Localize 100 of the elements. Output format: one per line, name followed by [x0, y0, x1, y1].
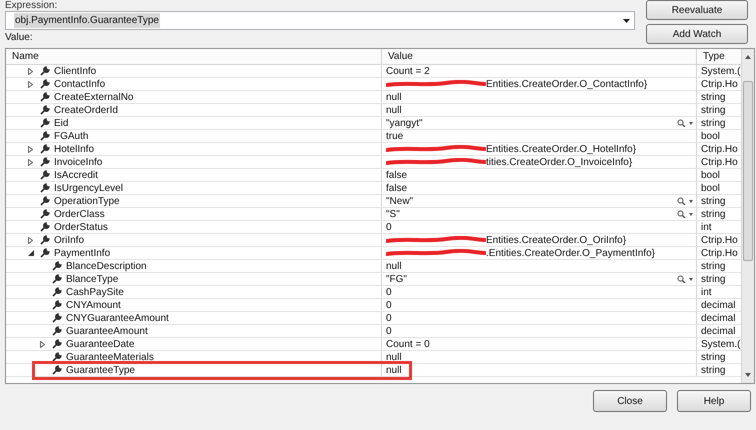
property-type: string — [700, 260, 726, 272]
property-type: bool — [700, 130, 721, 142]
expand-icon[interactable] — [40, 340, 45, 348]
wrench-icon — [52, 326, 62, 336]
property-type: decimal — [700, 312, 736, 324]
property-type: string — [700, 208, 726, 220]
scroll-thumb[interactable] — [743, 81, 753, 261]
property-value: true — [386, 130, 404, 144]
collapse-icon[interactable] — [28, 250, 34, 256]
magnifier-dropdown-icon[interactable] — [677, 119, 693, 127]
property-name: OrderClass — [54, 208, 105, 222]
dialog-button[interactable]: Add Watch — [646, 24, 748, 44]
dialog-button[interactable]: Close — [593, 390, 667, 412]
property-type: bool — [700, 169, 721, 181]
column-header[interactable]: Value — [382, 49, 697, 64]
property-type: string — [700, 195, 726, 207]
property-name: ContactInfo — [54, 78, 106, 92]
property-name: OperationType — [54, 194, 120, 208]
wrench-icon — [40, 235, 50, 245]
property-value: Entities.CreateOrder.O_OriInfo} — [486, 234, 626, 248]
expression-label: Expression: — [5, 0, 58, 11]
expression-value[interactable]: obj.PaymentInfo.GuaranteeType — [14, 13, 160, 28]
property-type: string — [700, 351, 726, 363]
property-value: tities.CreateOrder.O_InvoiceInfo} — [486, 156, 632, 170]
property-value: 0 — [386, 298, 392, 312]
property-value: "yangyt" — [386, 116, 423, 130]
property-value: 0 — [386, 286, 392, 300]
wrench-icon — [40, 222, 50, 232]
scroll-up-icon[interactable] — [745, 55, 751, 59]
wrench-icon — [40, 248, 50, 258]
property-name: HotelInfo — [54, 142, 94, 156]
property-value: 0 — [386, 312, 392, 326]
property-name: OrderStatus — [54, 220, 108, 234]
property-type: int — [700, 221, 713, 233]
wrench-icon — [40, 144, 50, 154]
property-value: Entities.CreateOrder.O_HotelInfo} — [486, 142, 636, 156]
scroll-down-icon[interactable] — [745, 373, 751, 377]
property-value: "New" — [386, 194, 414, 208]
property-name: GuaranteeAmount — [66, 324, 148, 338]
property-type: System.( — [700, 65, 742, 77]
expression-combo[interactable]: obj.PaymentInfo.GuaranteeType — [5, 11, 635, 30]
expand-icon[interactable] — [28, 80, 33, 88]
wrench-icon — [52, 261, 62, 271]
property-type: string — [700, 117, 726, 129]
value-label: Value: — [5, 31, 34, 45]
wrench-icon — [40, 131, 50, 141]
property-type: decimal — [700, 325, 736, 337]
dialog-button[interactable]: Help — [677, 390, 751, 412]
property-type: bool — [700, 182, 721, 194]
property-name: CNYGuaranteeAmount — [66, 312, 169, 326]
expand-icon[interactable] — [28, 158, 33, 166]
property-name: CreateExternalNo — [54, 90, 134, 104]
property-value: false — [386, 168, 408, 182]
property-value: null — [386, 364, 402, 378]
property-name: IsAccredit — [54, 168, 98, 182]
property-value: null — [386, 104, 402, 118]
wrench-icon — [52, 339, 62, 349]
property-name: FGAuth — [54, 130, 88, 144]
property-name: BlanceType — [66, 272, 118, 286]
property-name: PaymentInfo — [54, 246, 110, 260]
property-name: CNYAmount — [66, 298, 121, 312]
property-type: Ctrip.Ho — [700, 78, 739, 90]
magnifier-dropdown-icon[interactable] — [677, 210, 693, 218]
wrench-icon — [40, 118, 50, 128]
wrench-icon — [40, 183, 50, 193]
property-type: string — [700, 91, 726, 103]
property-name: ClientInfo — [54, 64, 96, 78]
wrench-icon — [40, 66, 50, 76]
wrench-icon — [40, 170, 50, 180]
property-type: Ctrip.Ho — [700, 234, 739, 246]
column-header[interactable]: Name — [6, 49, 382, 64]
property-value: null — [386, 260, 402, 274]
wrench-icon — [52, 313, 62, 323]
scroll-bar[interactable] — [741, 49, 754, 383]
dialog-button[interactable]: Reevaluate — [646, 0, 748, 20]
dropdown-icon — [623, 18, 630, 22]
property-value: Count = 2 — [386, 64, 430, 78]
magnifier-dropdown-icon[interactable] — [677, 275, 693, 283]
wrench-icon — [52, 365, 62, 375]
property-name: BlanceDescription — [66, 260, 147, 274]
property-name: GuaranteeType — [66, 364, 135, 378]
property-type: decimal — [700, 299, 736, 311]
property-value: 0 — [386, 324, 392, 338]
property-value: null — [386, 90, 402, 104]
wrench-icon — [40, 157, 50, 167]
expand-icon[interactable] — [28, 236, 33, 244]
property-value: .Entities.CreateOrder.O_PaymentInfo} — [486, 246, 655, 260]
wrench-icon — [40, 92, 50, 102]
property-type: System.( — [700, 338, 742, 350]
wrench-icon — [40, 105, 50, 115]
wrench-icon — [52, 287, 62, 297]
magnifier-dropdown-icon[interactable] — [677, 197, 693, 205]
wrench-icon — [40, 209, 50, 219]
property-name: IsUrgencyLevel — [54, 182, 123, 196]
property-name: GuaranteeMaterials — [66, 350, 154, 364]
expand-icon[interactable] — [28, 68, 33, 74]
property-name: Eid — [54, 116, 68, 130]
property-name: CashPaySite — [66, 286, 124, 300]
wrench-icon — [40, 196, 50, 206]
expand-icon[interactable] — [28, 146, 33, 152]
